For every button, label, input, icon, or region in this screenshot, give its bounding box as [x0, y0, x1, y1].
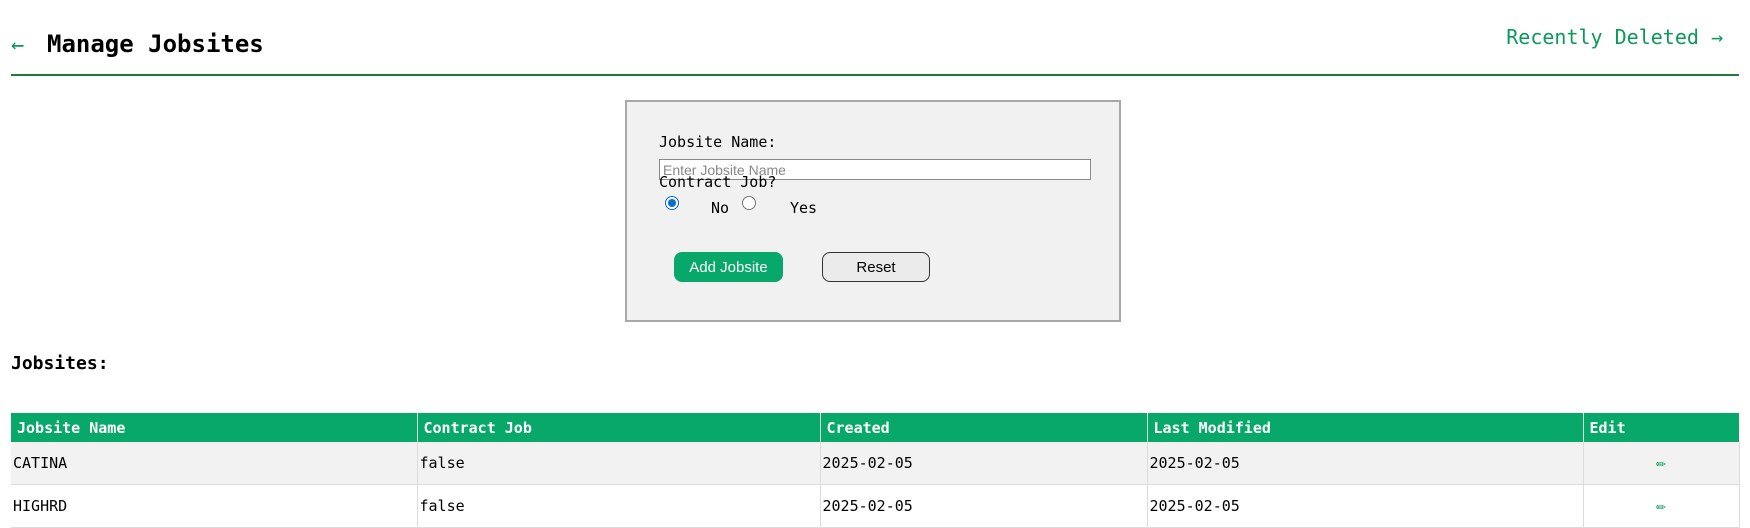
cell-last-modified: 2025-02-05 — [1147, 484, 1584, 528]
column-header-contract-job[interactable]: Contract Job — [417, 413, 821, 442]
page-header: ← Manage Jobsites Recently Deleted → — [11, 0, 1739, 76]
edit-pencil-icon[interactable]: ✏ — [1656, 453, 1666, 473]
cell-edit: ✏ — [1583, 484, 1740, 528]
jobsites-table: Jobsite Name Contract Job Created Last M… — [11, 413, 1740, 528]
back-arrow-icon[interactable]: ← — [11, 33, 24, 58]
add-jobsite-form: Jobsite Name: Contract Job? No Yes Add J… — [625, 100, 1121, 322]
reset-button[interactable]: Reset — [822, 252, 930, 282]
cell-created: 2025-02-05 — [820, 484, 1148, 528]
cell-last-modified: 2025-02-05 — [1147, 442, 1584, 485]
cell-contract-job: false — [417, 442, 821, 485]
cell-edit: ✏ — [1583, 442, 1740, 485]
recently-deleted-link[interactable]: Recently Deleted → — [1506, 25, 1723, 49]
jobsite-name-label: Jobsite Name: — [659, 133, 777, 151]
contract-yes-label: Yes — [790, 199, 818, 217]
column-header-last-modified[interactable]: Last Modified — [1147, 413, 1584, 442]
column-header-jobsite-name[interactable]: Jobsite Name — [11, 413, 418, 442]
edit-pencil-icon[interactable]: ✏ — [1656, 496, 1666, 516]
column-header-created[interactable]: Created — [820, 413, 1148, 442]
column-header-edit: Edit — [1583, 413, 1739, 442]
table-header-row: Jobsite Name Contract Job Created Last M… — [11, 413, 1739, 442]
cell-created: 2025-02-05 — [820, 442, 1148, 485]
cell-jobsite-name: CATINA — [11, 442, 418, 485]
contract-no-label: No — [711, 199, 730, 217]
table-row: CATINA false 2025-02-05 2025-02-05 ✏ — [11, 442, 1740, 485]
contract-job-label: Contract Job? — [659, 173, 777, 191]
cell-jobsite-name: HIGHRD — [11, 484, 418, 528]
jobsites-section-title: Jobsites: — [11, 353, 109, 374]
contract-yes-radio[interactable] — [742, 196, 756, 210]
table-row: HIGHRD false 2025-02-05 2025-02-05 ✏ — [11, 484, 1740, 528]
page-title: Manage Jobsites — [47, 30, 264, 58]
contract-no-radio[interactable] — [665, 196, 679, 210]
cell-contract-job: false — [417, 484, 821, 528]
add-jobsite-button[interactable]: Add Jobsite — [674, 252, 783, 282]
